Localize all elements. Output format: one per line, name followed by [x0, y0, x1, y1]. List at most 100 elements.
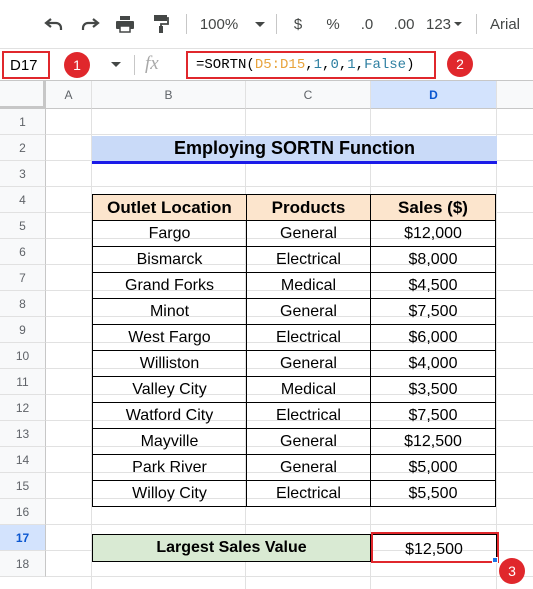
fx-icon: fx: [145, 53, 159, 74]
cell-product[interactable]: General: [246, 350, 371, 377]
row-header-17[interactable]: 17: [0, 525, 46, 551]
row-header-9[interactable]: 9: [0, 317, 46, 343]
more-formats-label: 123: [425, 15, 452, 33]
more-formats-button[interactable]: 123: [423, 10, 465, 38]
cell-product[interactable]: General: [246, 428, 371, 455]
increase-decimal-button[interactable]: .00: [388, 10, 420, 38]
cell-outlet[interactable]: West Fargo: [92, 324, 247, 351]
redo-icon[interactable]: [76, 10, 104, 38]
formula-arg: 0: [330, 57, 339, 73]
column-header-b[interactable]: B: [92, 81, 246, 109]
sales-table: Outlet Location Products Sales ($) Fargo…: [92, 194, 496, 507]
row-header-12[interactable]: 12: [0, 395, 46, 421]
column-header-a[interactable]: A: [46, 81, 92, 109]
cell-sales[interactable]: $12,500: [370, 428, 496, 455]
currency-format-button[interactable]: $: [286, 10, 310, 38]
toolbar-divider: [186, 14, 187, 34]
header-outlet-location[interactable]: Outlet Location: [92, 194, 247, 221]
font-select[interactable]: Arial: [490, 10, 530, 38]
cell-sales[interactable]: $5,000: [370, 454, 496, 481]
formula-function: =SORTN(: [196, 57, 255, 73]
result-label-cell[interactable]: Largest Sales Value: [92, 534, 371, 562]
cell-outlet[interactable]: Valley City: [92, 376, 247, 403]
row-header-2[interactable]: 2: [0, 135, 46, 161]
row-header-10[interactable]: 10: [0, 343, 46, 369]
chevron-down-icon[interactable]: [111, 62, 121, 67]
cell-outlet[interactable]: Bismarck: [92, 246, 247, 273]
cell-sales[interactable]: $12,000: [370, 220, 496, 247]
row-header-6[interactable]: 6: [0, 239, 46, 265]
cell-product[interactable]: General: [246, 454, 371, 481]
step-badge-3: 3: [499, 558, 525, 584]
table-row: Minot General $7,500: [92, 298, 496, 325]
select-all-corner[interactable]: [0, 81, 46, 109]
row-gridline: [46, 524, 533, 525]
cell-outlet[interactable]: Watford City: [92, 402, 247, 429]
cell-product[interactable]: General: [246, 298, 371, 325]
cell-product[interactable]: Electrical: [246, 324, 371, 351]
fill-handle[interactable]: [492, 557, 498, 563]
table-row: Park River General $5,000: [92, 454, 496, 481]
row-gridline: [46, 134, 533, 135]
cell-sales[interactable]: $7,500: [370, 298, 496, 325]
cell-product[interactable]: Electrical: [246, 402, 371, 429]
decrease-decimal-button[interactable]: .0: [352, 10, 382, 38]
zoom-select[interactable]: 100%: [196, 10, 242, 38]
cell-outlet[interactable]: Grand Forks: [92, 272, 247, 299]
name-box[interactable]: D17: [2, 51, 50, 79]
row-header-1[interactable]: 1: [0, 109, 46, 135]
column-header-e[interactable]: [497, 81, 533, 109]
column-header-c[interactable]: C: [246, 81, 371, 109]
header-sales[interactable]: Sales ($): [370, 194, 496, 221]
header-products[interactable]: Products: [246, 194, 371, 221]
cell-outlet[interactable]: Williston: [92, 350, 247, 377]
cell-product[interactable]: Electrical: [246, 246, 371, 273]
row-header-14[interactable]: 14: [0, 447, 46, 473]
zoom-value: 100%: [199, 15, 239, 33]
cell-sales[interactable]: $7,500: [370, 402, 496, 429]
paint-format-icon[interactable]: [147, 10, 175, 38]
cell-sales[interactable]: $4,000: [370, 350, 496, 377]
cell-outlet[interactable]: Minot: [92, 298, 247, 325]
cell-product[interactable]: Medical: [246, 272, 371, 299]
row-header-8[interactable]: 8: [0, 291, 46, 317]
row-header-5[interactable]: 5: [0, 213, 46, 239]
formula-comma: ,: [305, 57, 314, 73]
column-header-d[interactable]: D: [371, 81, 497, 109]
cell-reference: D17: [10, 56, 38, 74]
undo-icon[interactable]: [40, 10, 68, 38]
row-header-16[interactable]: 16: [0, 499, 46, 525]
formula-bar: D17 1 fx =SORTN(D5:D15, 1, 0, 1, False) 2: [0, 48, 533, 81]
cell-outlet[interactable]: Mayville: [92, 428, 247, 455]
cell-sales[interactable]: $5,500: [370, 480, 496, 507]
cell-sales[interactable]: $6,000: [370, 324, 496, 351]
result-value-cell[interactable]: $12,500: [371, 534, 497, 562]
print-icon[interactable]: [111, 10, 139, 38]
table-row: West Fargo Electrical $6,000: [92, 324, 496, 351]
row-header-4[interactable]: 4: [0, 187, 46, 213]
cell-product[interactable]: Electrical: [246, 480, 371, 507]
toolbar-divider: [476, 14, 477, 34]
cell-outlet[interactable]: Willoy City: [92, 480, 247, 507]
cell-sales[interactable]: $3,500: [370, 376, 496, 403]
cell-product[interactable]: Medical: [246, 376, 371, 403]
cell-outlet[interactable]: Fargo: [92, 220, 247, 247]
formula-input[interactable]: =SORTN(D5:D15, 1, 0, 1, False): [186, 51, 436, 79]
cell-outlet[interactable]: Park River: [92, 454, 247, 481]
table-row: Mayville General $12,500: [92, 428, 496, 455]
formula-arg: False: [364, 57, 407, 73]
cell-sales[interactable]: $4,500: [370, 272, 496, 299]
cell-sales[interactable]: $8,000: [370, 246, 496, 273]
sheet-title[interactable]: Employing SORTN Function: [92, 136, 497, 164]
formula-comma: ,: [322, 57, 331, 73]
row-header-11[interactable]: 11: [0, 369, 46, 395]
row-header-18[interactable]: 18: [0, 551, 46, 577]
chevron-down-icon[interactable]: [250, 10, 270, 38]
row-header-13[interactable]: 13: [0, 421, 46, 447]
step-badge-2: 2: [447, 51, 473, 77]
percent-format-button[interactable]: %: [321, 10, 345, 38]
row-header-3[interactable]: 3: [0, 161, 46, 187]
row-header-7[interactable]: 7: [0, 265, 46, 291]
row-header-15[interactable]: 15: [0, 473, 46, 499]
cell-product[interactable]: General: [246, 220, 371, 247]
